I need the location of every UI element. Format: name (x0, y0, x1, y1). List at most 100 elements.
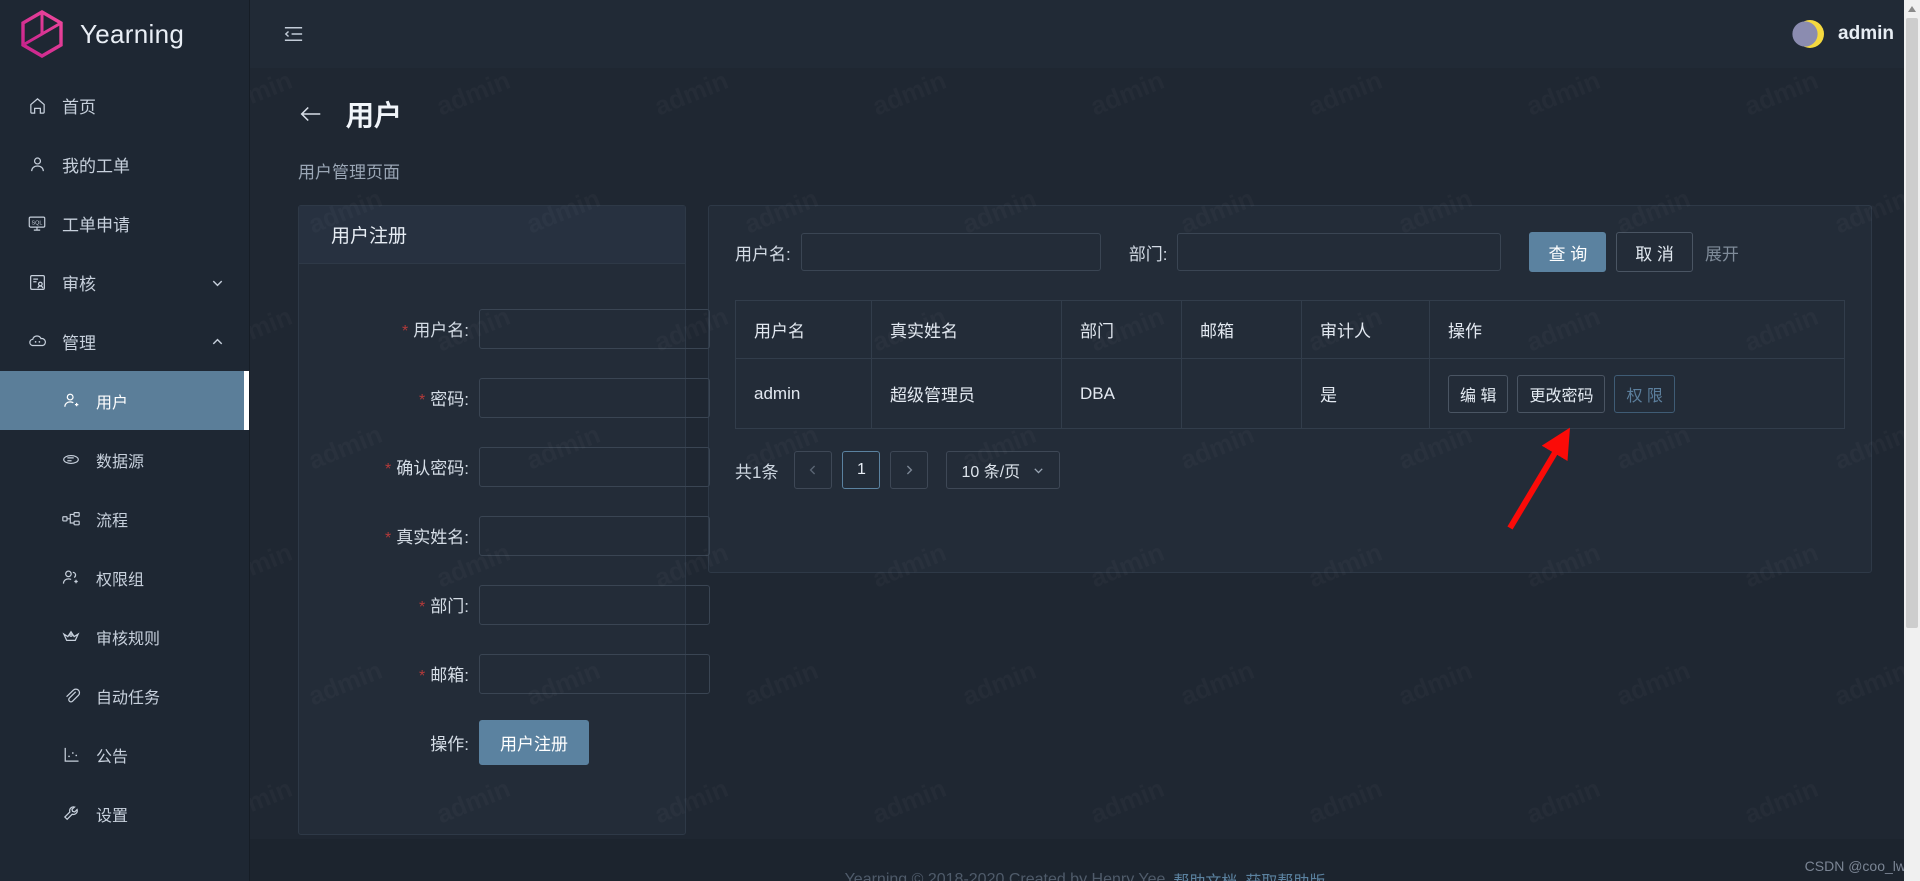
cell-operations: 编 辑 更改密码 权 限 (1429, 358, 1845, 429)
sql-monitor-icon: SQL (24, 214, 50, 234)
email-input[interactable] (479, 653, 710, 694)
sidebar-item-datasource[interactable]: 数据源 (0, 430, 249, 489)
brand-logo[interactable]: Yearning (0, 0, 249, 68)
register-card-title: 用户注册 (299, 206, 685, 264)
th-operations: 操作 (1429, 300, 1845, 359)
cell-username: admin (735, 358, 872, 429)
search-username-label: 用户名: (735, 244, 791, 264)
sidebar-item-my-orders[interactable]: 我的工单 (0, 135, 249, 194)
form-label-realname: * 真实姓名: (385, 528, 469, 547)
arrow-left-icon[interactable] (298, 103, 324, 125)
username-input[interactable] (479, 308, 710, 349)
pagination-page-1[interactable]: 1 (842, 451, 881, 489)
sidebar-nav: 首页 我的工单 SQL 工单申请 审核 管理 用户 数据源 流程 权限组 审核规… (0, 76, 249, 843)
scrollbar-thumb[interactable] (1906, 18, 1918, 628)
search-filter-bar: 用户名: 部门: 查 询 取 消 展开 (735, 232, 1845, 272)
confirm-password-input[interactable] (479, 446, 710, 487)
user-name: admin (1838, 23, 1894, 44)
cell-auditor: 是 (1301, 358, 1430, 429)
footer-help-doc-link[interactable]: 帮助文档 (1173, 868, 1237, 881)
required-asterisk: * (385, 530, 392, 547)
required-asterisk: * (419, 392, 426, 409)
page-content: 用户 用户管理页面 用户注册 * 用户名: * 密码: * 确认密码: * 真实… (250, 68, 1920, 881)
yearning-hex-logo-icon (16, 8, 68, 60)
sidebar-item-label: 流程 (96, 512, 129, 530)
expand-link[interactable]: 展开 (1705, 240, 1739, 265)
table-header: 用户名 真实姓名 部门 邮箱 审计人 操作 (735, 300, 1845, 359)
sidebar-item-label: 首页 (62, 98, 96, 117)
sidebar-item-announcement[interactable]: 公告 (0, 725, 249, 784)
form-label-username: * 用户名: (402, 321, 469, 340)
database-icon (58, 450, 84, 470)
sidebar-item-order-apply[interactable]: SQL 工单申请 (0, 194, 249, 253)
table-row: admin 超级管理员 DBA 是 编 辑 更改密码 权 限 (735, 358, 1845, 429)
sidebar-item-auto-tasks[interactable]: 自动任务 (0, 666, 249, 725)
sidebar-item-home[interactable]: 首页 (0, 76, 249, 135)
user-icon (24, 155, 50, 175)
sidebar-item-audit[interactable]: 审核 (0, 253, 249, 312)
sidebar-item-label: 审核 (62, 275, 96, 294)
search-dept-input[interactable] (1177, 233, 1502, 271)
realname-input[interactable] (479, 515, 710, 556)
user-menu[interactable]: admin (1790, 16, 1894, 52)
sidebar-item-label: 我的工单 (62, 157, 130, 176)
th-email: 邮箱 (1181, 300, 1302, 359)
form-label-department: * 部门: (419, 597, 469, 616)
register-submit-button[interactable]: 用户注册 (479, 720, 589, 765)
user-add-icon (58, 391, 84, 411)
register-form: * 用户名: * 密码: * 确认密码: * 真实姓名: * 部门: * 邮箱:… (299, 264, 710, 777)
department-input[interactable] (479, 584, 710, 625)
pagination-next-button[interactable] (890, 451, 929, 489)
form-row-action: 操作: 用户注册 (299, 708, 657, 777)
flow-icon (58, 509, 84, 529)
audit-icon (24, 273, 50, 293)
scroll-up-arrow-icon[interactable] (1907, 4, 1917, 14)
sidebar-item-label: 自动任务 (96, 689, 161, 707)
form-row-username: * 用户名: (299, 294, 710, 363)
sidebar-item-settings[interactable]: 设置 (0, 784, 249, 843)
user-table: 用户名 真实姓名 部门 邮箱 审计人 操作 admin 超级管理员 DBA 是 … (735, 300, 1845, 429)
menu-fold-icon[interactable] (282, 24, 305, 44)
page-header: 用户 (250, 68, 1920, 134)
password-input[interactable] (479, 377, 710, 418)
page-size-select[interactable]: 10 条/页 (946, 451, 1061, 489)
chevron-left-icon (810, 465, 816, 475)
form-row-realname: * 真实姓名: (299, 501, 710, 570)
page-title: 用户 (346, 100, 403, 131)
form-row-email: * 邮箱: (299, 639, 710, 708)
footer-get-help-link[interactable]: 获取帮助版 (1245, 868, 1325, 881)
footer-copyright: Yearning © 2018-2020 Created by Henry Ye… (844, 871, 1166, 881)
th-department: 部门 (1061, 300, 1182, 359)
user-register-card: 用户注册 * 用户名: * 密码: * 确认密码: * 真实姓名: * 部门: … (298, 205, 710, 835)
form-row-confirm-password: * 确认密码: (299, 432, 710, 501)
search-username-input[interactable] (800, 233, 1101, 271)
user-group-icon (58, 568, 84, 588)
crown-icon (58, 627, 84, 647)
chevron-down-icon (1034, 467, 1043, 473)
sidebar-item-audit-rules[interactable]: 审核规则 (0, 607, 249, 666)
sidebar-submenu-manage: 用户 数据源 流程 权限组 审核规则 自动任务 公告 设置 (0, 371, 249, 843)
pagination-prev-button[interactable] (794, 451, 833, 489)
edit-button[interactable]: 编 辑 (1448, 374, 1509, 413)
sidebar-item-users[interactable]: 用户 (0, 371, 249, 430)
query-button[interactable]: 查 询 (1529, 232, 1607, 272)
sidebar-item-label: 数据源 (96, 453, 145, 471)
sidebar-item-flow[interactable]: 流程 (0, 489, 249, 548)
chevron-right-icon (907, 465, 913, 475)
required-asterisk: * (419, 668, 426, 685)
sidebar-item-manage[interactable]: 管理 (0, 312, 249, 371)
th-realname: 真实姓名 (871, 300, 1062, 359)
required-asterisk: * (385, 461, 392, 478)
change-password-button[interactable]: 更改密码 (1517, 374, 1606, 413)
sidebar-item-label: 公告 (96, 748, 129, 766)
sidebar: Yearning 首页 我的工单 SQL 工单申请 审核 管理 用户 数据源 流… (0, 0, 250, 881)
sidebar-item-label: 权限组 (96, 571, 145, 589)
cell-email (1181, 358, 1302, 429)
user-list-card: 用户名: 部门: 查 询 取 消 展开 用户名 真实姓名 部门 邮箱 审计人 操… (708, 205, 1872, 573)
scrollbar-track[interactable] (1904, 0, 1920, 881)
sidebar-item-label: 工单申请 (62, 216, 130, 235)
cancel-button[interactable]: 取 消 (1616, 232, 1693, 272)
app-root: adminadminadminadminadminadminadminadmin… (0, 0, 1920, 881)
sidebar-item-permission-group[interactable]: 权限组 (0, 548, 249, 607)
th-auditor: 审计人 (1301, 300, 1430, 359)
